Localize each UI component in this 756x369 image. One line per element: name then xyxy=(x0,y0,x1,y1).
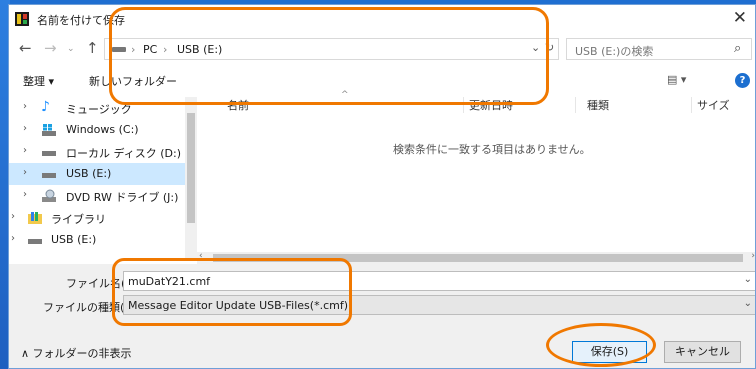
music-icon: ♪ xyxy=(41,99,50,115)
column-size[interactable]: サイズ xyxy=(697,97,730,113)
tree-item-label: USB (E:) xyxy=(51,233,97,246)
forward-arrow-icon[interactable]: → xyxy=(44,39,57,57)
search-icon: ⌕ xyxy=(734,41,742,56)
expand-chevron-icon[interactable]: › xyxy=(23,189,27,200)
help-icon[interactable]: ? xyxy=(735,73,750,88)
expand-chevron-icon[interactable]: › xyxy=(23,123,27,134)
scroll-right-icon[interactable]: › xyxy=(751,251,755,261)
tree-item-local-disk-d[interactable]: › ローカル ディスク (D:) xyxy=(9,141,185,163)
expand-chevron-icon[interactable]: › xyxy=(23,167,27,178)
drive-icon xyxy=(27,233,43,247)
tree-item-label: ローカル ディスク (D:) xyxy=(66,147,181,160)
organize-button[interactable]: 整理 ▾ xyxy=(23,73,54,89)
expand-chevron-icon[interactable]: › xyxy=(11,233,15,244)
dvd-icon xyxy=(41,189,57,203)
file-list: ^ 名前 更新日時 種類 サイズ 検索条件に一致する項目はありません。 xyxy=(197,90,755,260)
up-arrow-icon[interactable]: ↑ xyxy=(86,39,99,57)
nav-scrollbar[interactable] xyxy=(185,97,197,260)
annotation-highlight xyxy=(112,258,352,326)
drive-icon xyxy=(41,167,57,181)
view-options-icon[interactable]: ▤ ▾ xyxy=(667,73,686,86)
library-icon xyxy=(27,211,43,225)
filetype-dropdown-icon[interactable]: ⌄ xyxy=(744,298,752,309)
tree-item-label: USB (E:) xyxy=(66,167,112,180)
recent-chevron-icon[interactable]: ⌄ xyxy=(67,44,75,54)
save-as-dialog: 名前を付けて保存 ✕ ← → ⌄ ↑ › PC › USB (E:) ⌄ ↻ U… xyxy=(8,4,756,369)
back-arrow-icon[interactable]: ← xyxy=(19,39,32,57)
search-placeholder: USB (E:)の検索 xyxy=(575,45,654,58)
close-icon[interactable]: ✕ xyxy=(733,8,747,28)
tree-item-dvd-j[interactable]: › DVD RW ドライブ (J:) xyxy=(9,185,185,207)
column-type[interactable]: 種類 xyxy=(587,97,609,113)
expand-chevron-icon[interactable]: › xyxy=(23,145,27,156)
hide-folders-toggle[interactable]: ∧ フォルダーの非表示 xyxy=(21,345,132,361)
cancel-button[interactable]: キャンセル xyxy=(664,341,741,363)
navigation-pane: › ♪ ミュージック › Windows (C:) › ローカル ディスク (D… xyxy=(9,97,197,260)
annotation-highlight xyxy=(546,323,656,367)
column-divider xyxy=(575,97,576,113)
app-icon xyxy=(15,12,29,26)
annotation-highlight xyxy=(109,7,549,105)
tree-item-usb-e-2[interactable]: › USB (E:) xyxy=(9,229,185,251)
tree-item-label: DVD RW ドライブ (J:) xyxy=(66,191,179,204)
drive-icon xyxy=(41,145,57,159)
empty-message: 検索条件に一致する項目はありません。 xyxy=(393,143,591,156)
nav-scroll-thumb[interactable] xyxy=(187,113,195,223)
column-divider xyxy=(691,97,692,113)
tree-item-library[interactable]: › ライブラリ xyxy=(9,207,185,229)
tree-item-label: ライブラリ xyxy=(51,213,106,226)
search-input[interactable]: USB (E:)の検索 ⌕ xyxy=(566,38,752,60)
tree-item-usb-e[interactable]: › USB (E:) xyxy=(9,163,185,185)
expand-chevron-icon[interactable]: › xyxy=(11,211,15,222)
tree-item-label: Windows (C:) xyxy=(66,123,139,136)
filename-dropdown-icon[interactable]: ⌄ xyxy=(744,274,752,285)
expand-chevron-icon[interactable]: › xyxy=(23,101,27,112)
windows-drive-icon xyxy=(41,123,57,137)
tree-item-windows-c[interactable]: › Windows (C:) xyxy=(9,119,185,141)
